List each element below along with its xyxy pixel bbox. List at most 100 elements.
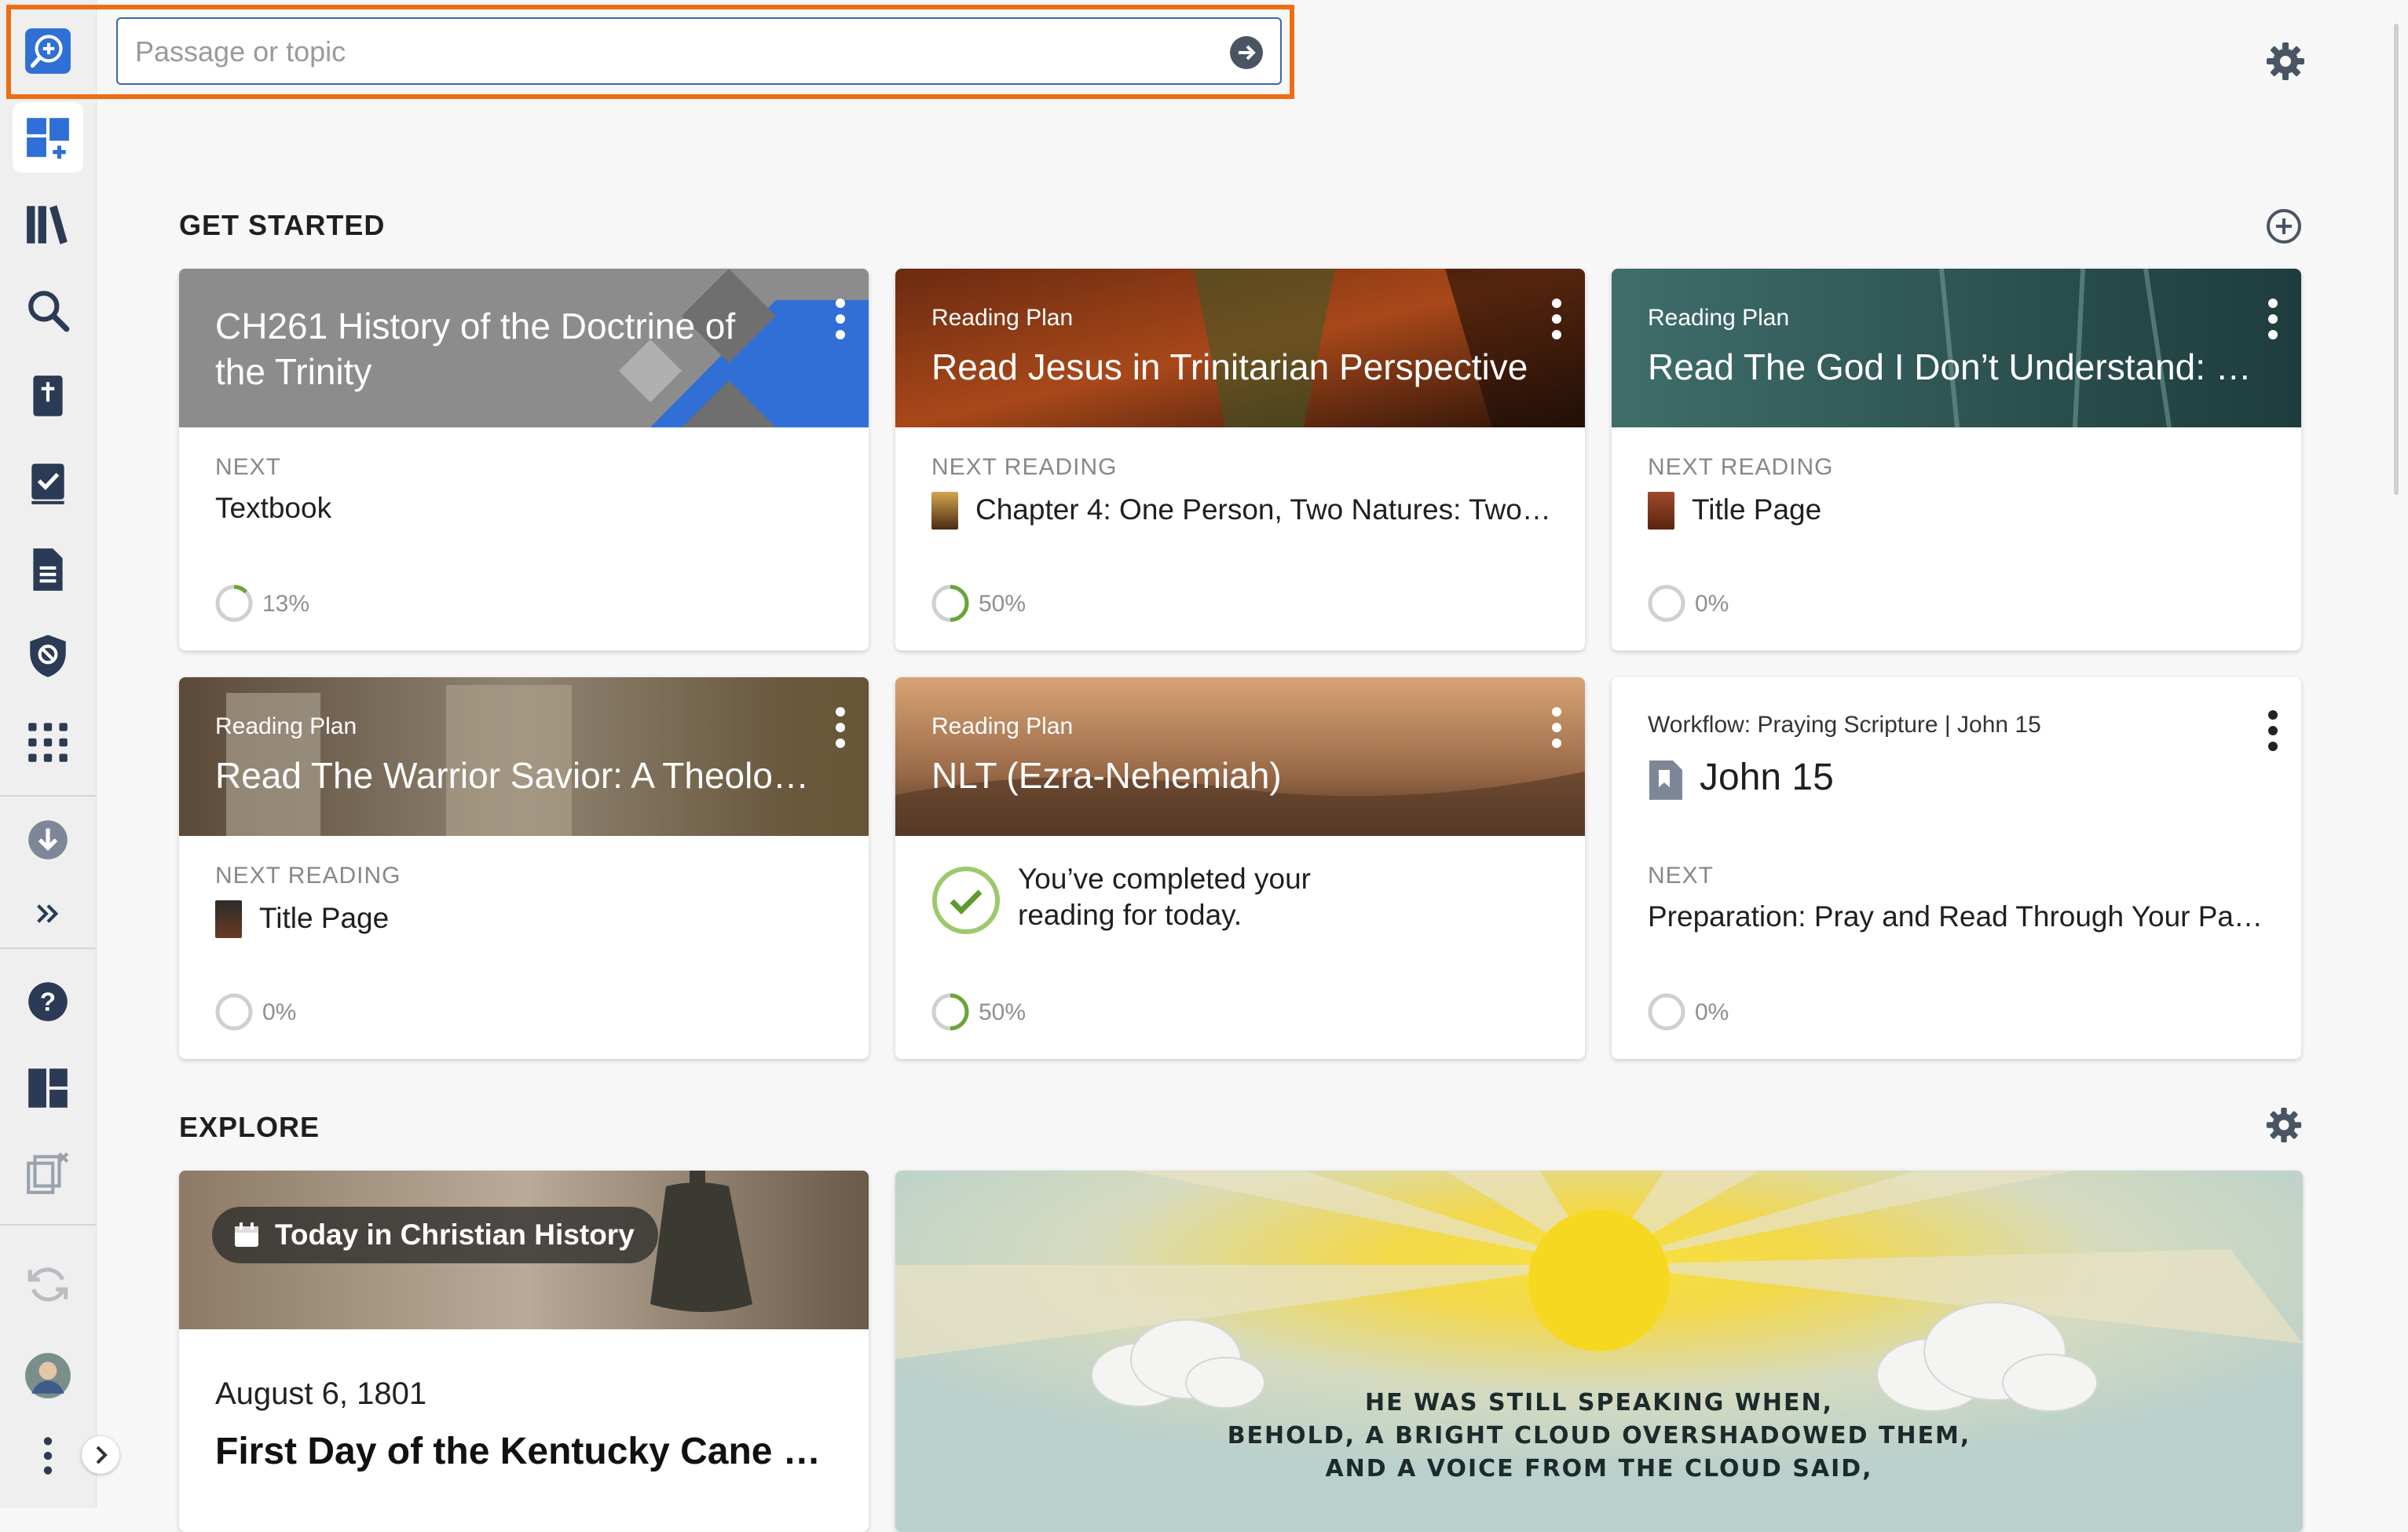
book-thumbnail xyxy=(931,492,958,530)
shield-icon xyxy=(30,635,66,677)
help-icon: ? xyxy=(28,982,68,1021)
scrollbar[interactable] xyxy=(2394,24,2399,495)
completed-message: You’ve completed your reading for today. xyxy=(1018,863,1311,931)
next-reading-label: NEXT READING xyxy=(215,863,401,889)
card-kicker: Reading Plan xyxy=(931,713,1074,739)
history-event-title[interactable]: First Day of the Kentucky Cane Ridge Rev… xyxy=(215,1430,844,1473)
search-box xyxy=(116,17,1282,85)
reading-plan-card[interactable]: Reading Plan Read The God I Don’t Unders… xyxy=(1612,269,2301,651)
workflow-title: John 15 xyxy=(1700,757,1834,798)
next-item[interactable]: Textbook xyxy=(215,492,836,525)
help-button[interactable]: ? xyxy=(13,966,83,1037)
sidebar-divider xyxy=(0,1224,96,1226)
progress-percent: 0% xyxy=(1695,591,1729,617)
next-reading-label: NEXT READING xyxy=(1648,454,1834,480)
verse-line: BEHOLD, A BRIGHT CLOUD OVERSHADOWED THEM… xyxy=(1227,1422,1971,1450)
card-kicker: Reading Plan xyxy=(215,713,357,739)
reading-plan-card[interactable]: Reading Plan NLT (Ezra-Nehemiah) You’ve … xyxy=(895,677,1585,1059)
card-header: Reading Plan Read The God I Don’t Unders… xyxy=(1612,269,2301,427)
card-menu-icon[interactable] xyxy=(2267,710,2279,751)
search-input[interactable] xyxy=(134,30,1220,74)
next-reading-item[interactable]: Title Page xyxy=(259,902,840,935)
profile-button[interactable] xyxy=(13,1340,83,1411)
progress-percent: 0% xyxy=(262,999,297,1025)
checklist-button[interactable] xyxy=(13,448,83,519)
expand-sidebar-button[interactable] xyxy=(82,1436,119,1474)
download-icon xyxy=(28,820,68,859)
card-header: Reading Plan Read The Warrior Savior: A … xyxy=(179,677,869,836)
sidebar-divider xyxy=(0,947,96,949)
workflow-kicker: Workflow: Praying Scripture | John 15 xyxy=(1648,712,2041,738)
verse-text: HE WAS STILL SPEAKING WHEN, BEHOLD, A BR… xyxy=(895,1387,2303,1486)
documents-button[interactable] xyxy=(13,534,83,605)
bible-cross-icon xyxy=(33,376,63,416)
progress-percent: 13% xyxy=(262,591,310,617)
search-button[interactable] xyxy=(13,275,83,346)
card-header: CH261 History of the Doctrine of the Tri… xyxy=(179,269,869,427)
workflow-card[interactable]: Workflow: Praying Scripture | John 15 Jo… xyxy=(1612,677,2301,1059)
explore-settings-gear-icon[interactable] xyxy=(2265,1106,2303,1144)
next-label: NEXT xyxy=(1648,863,1715,889)
more-tools-button[interactable] xyxy=(13,878,83,949)
chevron-right-icon xyxy=(96,1446,108,1464)
layout-icon xyxy=(28,1068,68,1108)
factbook-button[interactable] xyxy=(13,621,83,691)
arrow-right-circle-icon[interactable] xyxy=(1228,35,1264,71)
progress-ring xyxy=(215,993,253,1031)
reading-plan-card[interactable]: Reading Plan Read The Warrior Savior: A … xyxy=(179,677,869,1059)
double-chevron-icon xyxy=(37,904,59,923)
card-menu-icon[interactable] xyxy=(834,299,847,339)
reading-plan-card[interactable]: Reading Plan Read Jesus in Trinitarian P… xyxy=(895,269,1585,651)
progress-ring xyxy=(1648,585,1685,622)
verse-line: AND A VOICE FROM THE CLOUD SAID, xyxy=(1325,1455,1873,1483)
card-menu-icon[interactable] xyxy=(834,707,847,748)
progress-percent: 50% xyxy=(979,999,1027,1025)
layouts-button[interactable] xyxy=(13,1053,83,1123)
sync-button[interactable] xyxy=(13,1249,83,1320)
settings-gear-icon[interactable] xyxy=(2265,41,2306,82)
next-label: NEXT xyxy=(215,454,282,480)
verse-art-card[interactable]: HE WAS STILL SPEAKING WHEN, BEHOLD, A BR… xyxy=(895,1171,2303,1532)
add-circle-icon[interactable] xyxy=(2265,207,2303,245)
dashboard-button[interactable] xyxy=(13,102,83,173)
card-title: Read Jesus in Trinitarian Perspective xyxy=(931,346,1528,387)
close-panels-button[interactable] xyxy=(13,1138,83,1208)
tools-button[interactable] xyxy=(13,707,83,778)
next-reading-item[interactable]: Chapter 4: One Person, Two Natures: Two … xyxy=(975,493,1557,526)
get-started-title: GET STARTED xyxy=(179,209,386,241)
card-menu-icon[interactable] xyxy=(1550,299,1563,339)
card-menu-icon[interactable] xyxy=(1550,707,1563,748)
next-reading-label: NEXT READING xyxy=(931,454,1118,480)
course-card[interactable]: CH261 History of the Doctrine of the Tri… xyxy=(179,269,869,651)
calendar-icon xyxy=(235,1222,258,1247)
next-step[interactable]: Preparation: Pray and Read Through Your … xyxy=(1648,900,2268,933)
card-kicker: Reading Plan xyxy=(1648,305,1790,331)
grid-dots-icon xyxy=(28,723,68,762)
bible-button[interactable] xyxy=(13,361,83,432)
sidebar-divider xyxy=(0,795,96,797)
dashboard-plus-icon xyxy=(27,118,69,159)
card-title: NLT (Ezra-Nehemiah) xyxy=(931,755,1282,796)
progress-ring xyxy=(215,585,253,622)
christian-history-card[interactable]: Today in Christian History August 6, 180… xyxy=(179,1171,869,1532)
menu-button[interactable] xyxy=(13,1420,83,1491)
card-header: Reading Plan NLT (Ezra-Nehemiah) xyxy=(895,677,1585,836)
bookmark-passage-icon xyxy=(1649,761,1682,800)
history-badge: Today in Christian History xyxy=(212,1207,658,1263)
card-title: Read The Warrior Savior: A Theology of t… xyxy=(215,755,828,796)
book-thumbnail xyxy=(215,900,242,938)
card-header: Reading Plan Read Jesus in Trinitarian P… xyxy=(895,269,1585,427)
svg-text:?: ? xyxy=(40,988,56,1017)
card-kicker: Reading Plan xyxy=(931,305,1074,331)
progress-ring xyxy=(931,993,969,1031)
close-panels-icon xyxy=(27,1152,69,1194)
progress-ring xyxy=(1648,993,1685,1031)
history-badge-label: Today in Christian History xyxy=(275,1219,635,1251)
completed-check-icon xyxy=(932,867,1000,934)
next-reading-item[interactable]: Title Page xyxy=(1692,493,2273,526)
library-button[interactable] xyxy=(13,189,83,259)
download-button[interactable] xyxy=(13,804,83,875)
progress-percent: 50% xyxy=(979,591,1027,617)
sync-icon xyxy=(27,1267,68,1302)
card-menu-icon[interactable] xyxy=(2267,299,2279,339)
